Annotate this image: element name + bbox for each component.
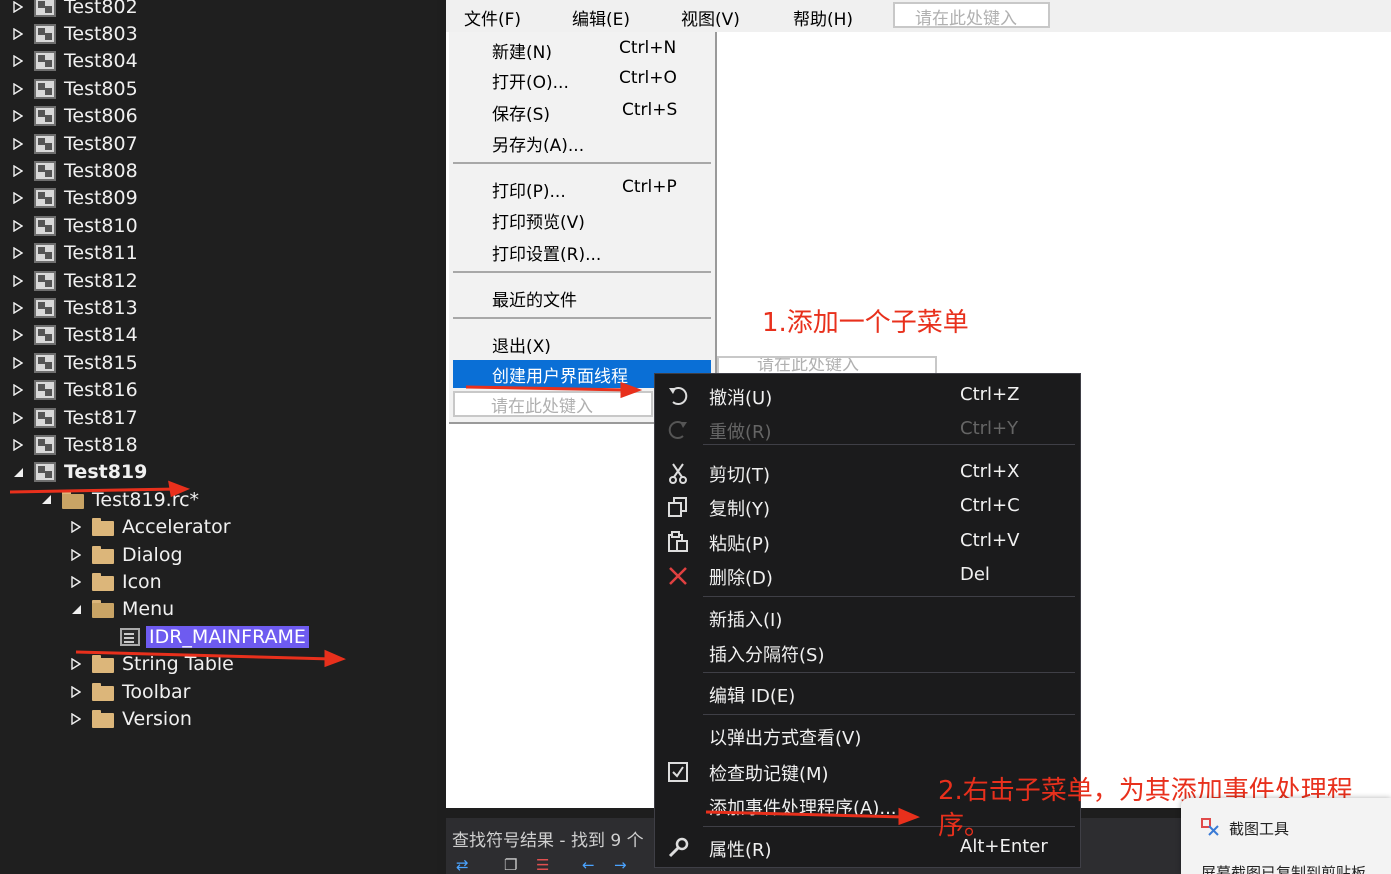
annotation-arrow-add-handler: [705, 810, 906, 819]
snipping-tool-icon: [1201, 818, 1219, 836]
annotation-arrow-idr-mainframe: [75, 650, 333, 661]
annotation-arrow-head: [168, 480, 191, 498]
annotation-arrow-head: [620, 381, 643, 399]
annotation-arrows: [9, 381, 920, 826]
notification-title: 截图工具: [1229, 820, 1290, 838]
annotation-arrow-submenu: [465, 385, 629, 392]
snipping-tool-notification[interactable]: 截图工具 屏幕截图已复制到剪贴板: [1181, 798, 1391, 874]
notification-body: 屏幕截图已复制到剪贴板: [1201, 864, 1367, 874]
annotation-arrow-head: [898, 807, 920, 826]
annotation-arrow-test819: [9, 487, 179, 494]
annotation-arrow-head: [324, 649, 346, 668]
